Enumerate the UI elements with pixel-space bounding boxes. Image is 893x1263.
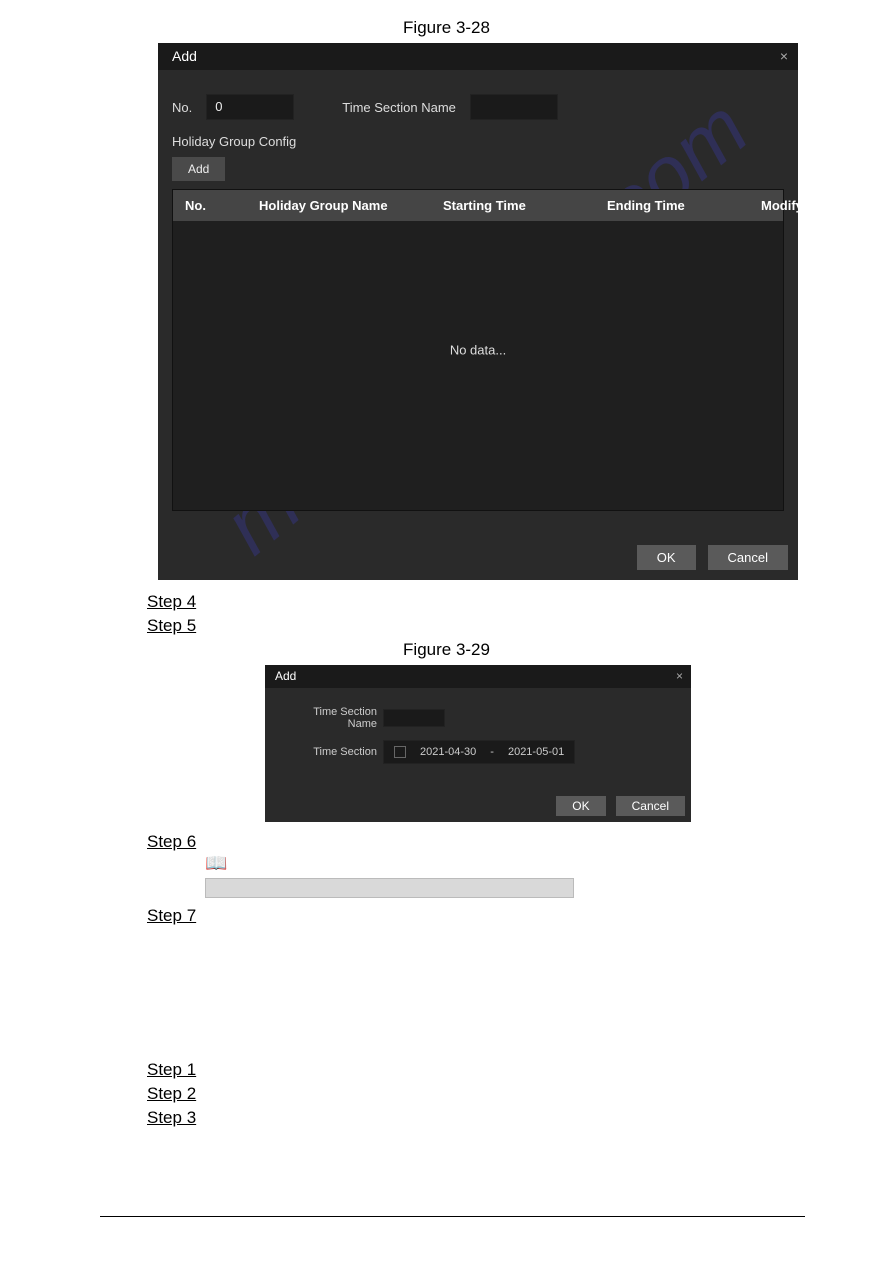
dialog2-body: Time Section Name Time Section 2021-04-3… [265,688,691,796]
step-3-link[interactable]: Step 3 [147,1106,893,1130]
dialog2-title: Add [275,669,296,683]
add-dialog-329: Add × Time Section Name Time Section 202… [265,665,691,822]
dialog2-ts-row: Time Section 2021-04-30 - 2021-05-01 [283,740,677,764]
date-to: 2021-05-01 [508,746,564,758]
dialog2-tsn-label: Time Section Name [283,706,383,730]
dialog2-tsn-row: Time Section Name [283,706,677,730]
dialog2-titlebar: Add × [265,665,691,688]
step-2-link[interactable]: Step 2 [147,1082,893,1106]
date-dash: - [490,746,494,758]
col-no: No. [173,198,247,213]
step-5-link[interactable]: Step 5 [147,614,893,638]
date-range-input[interactable]: 2021-04-30 - 2021-05-01 [383,740,575,764]
dialog2-tsn-input[interactable] [383,709,445,727]
add-holiday-group-button[interactable]: Add [172,157,225,181]
close-icon[interactable]: × [676,669,683,683]
col-delete: Delete [843,198,893,213]
dialog-title: Add [172,48,197,64]
col-start: Starting Time [431,198,595,213]
step-7-link[interactable]: Step 7 [147,904,893,928]
no-data-text: No data... [450,343,506,358]
date-from: 2021-04-30 [420,746,476,758]
cancel-button[interactable]: Cancel [616,796,685,816]
calendar-icon [394,746,406,758]
ok-button[interactable]: OK [637,545,696,570]
step-1-link[interactable]: Step 1 [147,1058,893,1082]
figure-caption-329: Figure 3-29 [127,638,767,665]
dialog-titlebar: Add × [158,43,798,70]
col-modify: Modify [749,198,843,213]
dialog-footer: OK Cancel [158,525,798,580]
dialog2-footer: OK Cancel [265,796,691,822]
table-header: No. Holiday Group Name Starting Time End… [173,190,783,221]
note-icon: 📖 [205,853,893,874]
figure-caption-328: Figure 3-28 [127,0,767,43]
no-row: No. 0 Time Section Name [172,94,784,120]
ok-button[interactable]: OK [556,796,605,816]
dialog2-ts-label: Time Section [283,746,383,758]
close-icon[interactable]: × [780,48,788,64]
holiday-group-config-label: Holiday Group Config [172,134,784,149]
footer-separator [100,1216,805,1217]
col-end: Ending Time [595,198,749,213]
time-section-name-label: Time Section Name [342,100,456,115]
cancel-button[interactable]: Cancel [708,545,788,570]
no-input[interactable]: 0 [206,94,294,120]
no-label: No. [172,100,192,115]
time-section-name-input[interactable] [470,94,558,120]
step-4-link[interactable]: Step 4 [147,590,893,614]
add-dialog-328: Add × No. 0 Time Section Name Holiday Gr… [158,43,798,580]
step-6-link[interactable]: Step 6 [147,830,893,854]
holiday-group-table: No. Holiday Group Name Starting Time End… [172,189,784,511]
note-bar [205,878,574,898]
col-name: Holiday Group Name [247,198,431,213]
dialog-body: No. 0 Time Section Name Holiday Group Co… [158,70,798,525]
